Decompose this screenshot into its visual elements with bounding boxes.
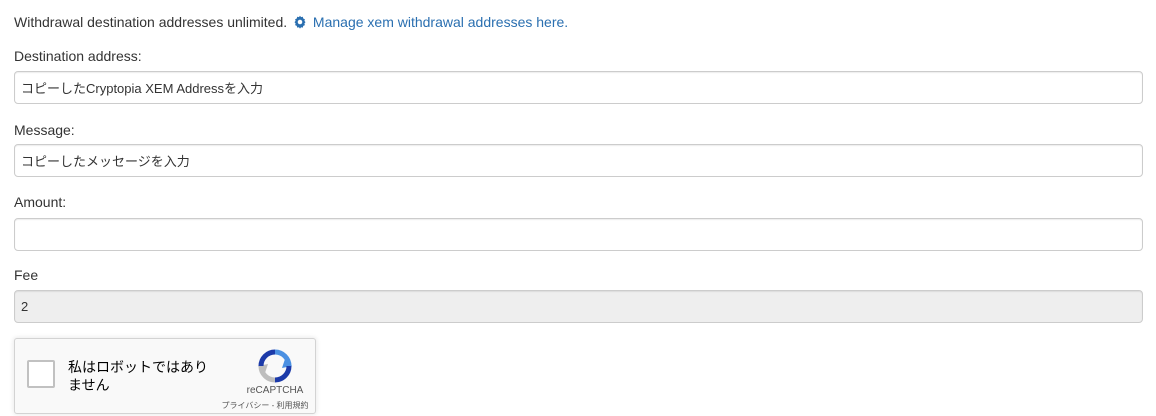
- amount-label: Amount:: [14, 194, 67, 210]
- recaptcha-terms: プライバシー - 利用規約: [215, 401, 315, 411]
- recaptcha-logo-icon: [258, 349, 292, 383]
- destination-address-input[interactable]: [14, 71, 1143, 104]
- fee-label: Fee: [14, 267, 39, 283]
- message-label: Message:: [14, 122, 75, 138]
- terms-link[interactable]: 利用規約: [276, 401, 308, 410]
- withdrawal-notice: Withdrawal destination addresses unlimit…: [14, 12, 568, 32]
- destination-address-label: Destination address:: [14, 48, 142, 64]
- notice-text: Withdrawal destination addresses unlimit…: [14, 14, 288, 30]
- recaptcha-brand: reCAPTCHA: [246, 385, 304, 396]
- gear-icon: [294, 15, 306, 29]
- fee-input: [14, 290, 1143, 323]
- recaptcha-widget: 私はロボットではありません reCAPTCHA プライバシー - 利用規約: [14, 338, 316, 414]
- manage-addresses-link[interactable]: Manage xem withdrawal addresses here.: [291, 14, 568, 30]
- message-input[interactable]: [14, 144, 1143, 177]
- manage-addresses-link-text[interactable]: Manage xem withdrawal addresses here.: [313, 14, 568, 30]
- recaptcha-checkbox[interactable]: [27, 360, 55, 388]
- privacy-link[interactable]: プライバシー: [222, 401, 270, 410]
- recaptcha-checkbox-label: 私はロボットではありません: [68, 359, 208, 393]
- amount-input[interactable]: [14, 218, 1143, 251]
